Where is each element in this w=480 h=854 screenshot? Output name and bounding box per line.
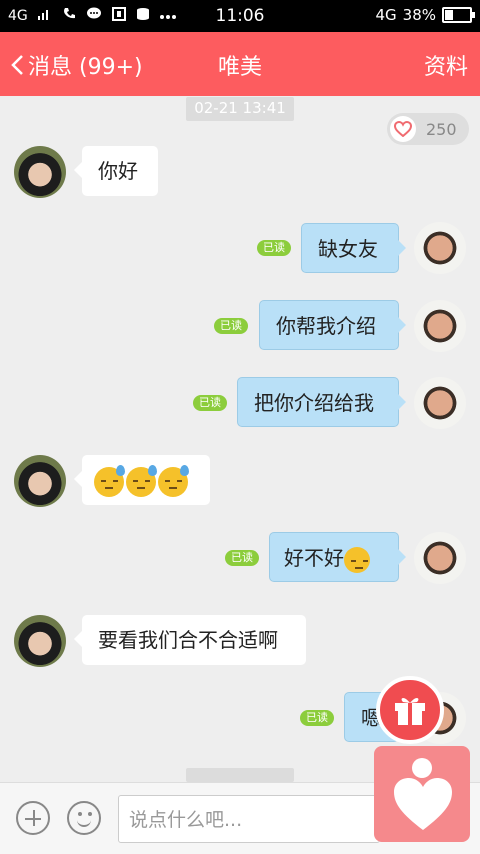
heart-icon bbox=[394, 778, 452, 830]
contact-avatar[interactable] bbox=[14, 615, 66, 667]
message-bubble-incoming: 要看我们合不合适啊 bbox=[74, 615, 306, 665]
battery-icon bbox=[442, 7, 475, 23]
status-bar: 4G 11:06 4G 38% bbox=[0, 0, 480, 32]
sweat-emoji-icon bbox=[126, 464, 157, 497]
network-indicator-right: 4G bbox=[375, 6, 397, 24]
chat-header: 消息 (99+) 唯美 资料 bbox=[0, 32, 480, 96]
battery-level bbox=[445, 10, 453, 20]
read-badge: 已读 bbox=[193, 395, 227, 411]
contact-avatar[interactable] bbox=[14, 146, 66, 198]
message-bubble-incoming: 你好 bbox=[74, 146, 158, 196]
read-badge: 已读 bbox=[214, 318, 248, 334]
likes-count: 250 bbox=[426, 119, 457, 139]
load-indicator bbox=[186, 768, 294, 782]
chat-title: 唯美 bbox=[217, 55, 262, 80]
my-avatar[interactable] bbox=[414, 532, 466, 584]
battery-percentage: 38% bbox=[402, 6, 436, 24]
read-badge: 已读 bbox=[257, 240, 291, 256]
message-input-container bbox=[118, 795, 380, 844]
plus-icon[interactable] bbox=[16, 801, 50, 835]
message-bubble-outgoing: 你帮我介绍 bbox=[259, 300, 406, 350]
gift-icon bbox=[395, 697, 425, 725]
message-bubble-outgoing: 缺女友 bbox=[301, 223, 406, 273]
my-avatar[interactable] bbox=[414, 377, 466, 429]
message-bubble-outgoing: 把你介绍给我 bbox=[237, 377, 406, 427]
read-badge: 已读 bbox=[225, 550, 259, 566]
my-avatar[interactable] bbox=[414, 300, 466, 352]
heart-match-button[interactable] bbox=[374, 746, 470, 842]
message-text: 好不好 bbox=[284, 546, 344, 570]
message-bubble-incoming bbox=[74, 455, 210, 505]
contact-avatar[interactable] bbox=[14, 455, 66, 507]
shy-emoji-icon bbox=[344, 546, 370, 573]
message-bubble-outgoing: 好不好 bbox=[269, 532, 406, 582]
likes-counter[interactable]: 250 bbox=[387, 113, 469, 145]
sweat-emoji-icon bbox=[158, 464, 189, 497]
my-avatar[interactable] bbox=[414, 222, 466, 274]
message-input[interactable] bbox=[119, 796, 371, 844]
sweat-emoji-icon bbox=[94, 464, 125, 497]
emoji-icon[interactable] bbox=[67, 801, 101, 835]
message-timestamp: 02-21 13:41 bbox=[186, 97, 294, 121]
gift-button[interactable] bbox=[376, 676, 444, 744]
heart-icon bbox=[390, 116, 416, 142]
profile-button[interactable]: 资料 bbox=[424, 49, 468, 81]
person-head-icon bbox=[412, 758, 432, 778]
read-badge: 已读 bbox=[300, 710, 334, 726]
